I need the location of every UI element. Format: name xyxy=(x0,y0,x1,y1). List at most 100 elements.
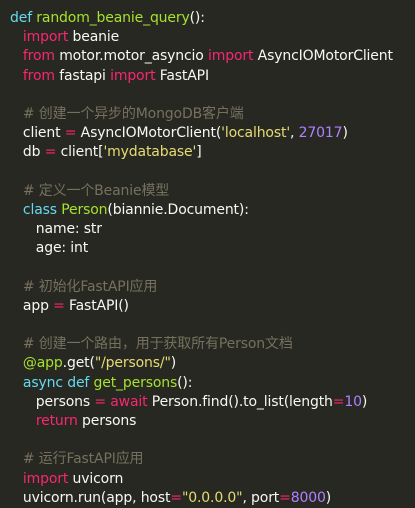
code-token: uvicorn xyxy=(68,470,124,487)
code-line: import beanie xyxy=(10,28,415,47)
code-token: = xyxy=(170,489,182,506)
code-token: ) xyxy=(342,125,348,142)
code-token: , port xyxy=(242,489,280,506)
code-token: FastAPI() xyxy=(64,297,129,314)
code-token: AsyncIOMotorClient xyxy=(253,48,393,65)
code-line: name: str xyxy=(10,220,415,239)
code-line: import uvicorn xyxy=(10,470,415,489)
code-token: (): xyxy=(189,10,205,26)
code-token: @app xyxy=(22,355,63,372)
code-token: uvicorn.run(app, host xyxy=(10,489,171,506)
code-token: (): xyxy=(177,374,193,391)
code-token: 8000 xyxy=(290,489,326,506)
code-token: , xyxy=(290,125,299,142)
code-token: ] xyxy=(196,144,202,161)
code-token: name: str xyxy=(10,221,102,238)
code-line: client = AsyncIOMotorClient('localhost',… xyxy=(10,124,415,143)
code-token: random_beanie_query xyxy=(36,10,190,26)
code-token: "/persons/" xyxy=(94,355,171,372)
code-token: from xyxy=(22,48,55,65)
code-token: def xyxy=(10,10,32,26)
code-line: @app.get("/persons/") xyxy=(10,354,415,373)
code-line: return persons xyxy=(10,412,415,431)
code-line: persons = await Person.find().to_list(le… xyxy=(10,393,415,412)
code-token: 27017 xyxy=(298,125,343,142)
code-token: (biannie.Document): xyxy=(107,201,249,218)
code-token: app xyxy=(10,297,54,314)
code-line: db = client['mydatabase'] xyxy=(10,143,415,162)
code-token: async xyxy=(22,374,63,391)
code-line: class Person(biannie.Document): xyxy=(10,201,415,220)
code-token: = xyxy=(94,393,106,410)
code-token: 10 xyxy=(344,393,362,410)
code-line: from motor.motor_asyncio import AsyncIOM… xyxy=(10,47,415,66)
code-token: age: int xyxy=(10,240,89,257)
code-token: import xyxy=(22,29,69,46)
code-token: motor.motor_asyncio xyxy=(54,48,209,65)
code-token: # 创建一个异步的MongoDB客户端 xyxy=(10,105,244,122)
code-token: = xyxy=(279,489,291,506)
code-line: # 创建一个路由，用于获取所有Person文档 xyxy=(10,335,415,354)
code-line: async def get_persons(): xyxy=(10,374,415,393)
code-token: = xyxy=(44,144,57,161)
code-token: Person xyxy=(61,201,108,218)
code-token: .get( xyxy=(62,355,95,372)
code-line: # 创建一个异步的MongoDB客户端 xyxy=(10,105,415,124)
code-line: from fastapi import FastAPI xyxy=(10,67,415,86)
code-line: # 定义一个Beanie模型 xyxy=(10,182,415,201)
code-editor[interactable]: def random_beanie_query(): import beanie… xyxy=(0,0,415,506)
code-token: 'mydatabase' xyxy=(103,144,197,161)
code-token: AsyncIOMotorClient( xyxy=(76,125,222,142)
code-token: fastapi xyxy=(54,67,111,84)
code-token: import xyxy=(208,48,254,65)
code-line: def random_beanie_query(): xyxy=(10,9,415,28)
code-token: 'localhost' xyxy=(221,125,291,142)
code-token: # 定义一个Beanie模型 xyxy=(10,182,170,199)
code-token: client xyxy=(10,125,65,142)
code-token: return xyxy=(35,412,78,429)
code-token: = xyxy=(64,125,77,142)
code-token: class xyxy=(22,201,57,218)
code-token: await xyxy=(110,393,148,410)
code-line: # 初始化FastAPI应用 xyxy=(10,278,415,297)
code-token: from xyxy=(22,67,55,84)
code-line: uvicorn.run(app, host="0.0.0.0", port=80… xyxy=(10,489,415,508)
code-token: ) xyxy=(170,355,177,372)
code-token: # 运行FastAPI应用 xyxy=(10,451,144,468)
code-token: client[ xyxy=(56,144,104,161)
code-token: def xyxy=(67,374,90,391)
code-token: # 创建一个路由，用于获取所有Person文档 xyxy=(10,336,293,353)
code-token: persons xyxy=(10,393,95,410)
code-token: # 初始化FastAPI应用 xyxy=(10,278,158,295)
code-line: app = FastAPI() xyxy=(10,297,415,316)
code-token: persons xyxy=(77,412,137,429)
code-token: beanie xyxy=(68,29,120,46)
code-token: = xyxy=(332,393,345,410)
code-line: age: int xyxy=(10,239,415,258)
code-token: db xyxy=(10,144,45,161)
code-token: ) xyxy=(361,393,368,410)
code-line: # 运行FastAPI应用 xyxy=(10,450,415,469)
code-token: "0.0.0.0" xyxy=(181,489,243,506)
code-token: get_persons xyxy=(93,374,178,391)
code-token: Person.find().to_list(length xyxy=(147,393,333,410)
code-token: = xyxy=(53,297,65,314)
code-lines: def random_beanie_query(): import beanie… xyxy=(10,9,415,508)
code-token: import xyxy=(22,470,69,487)
code-token: import xyxy=(110,67,156,84)
code-token: ) xyxy=(325,489,332,506)
code-token: FastAPI xyxy=(155,67,209,84)
